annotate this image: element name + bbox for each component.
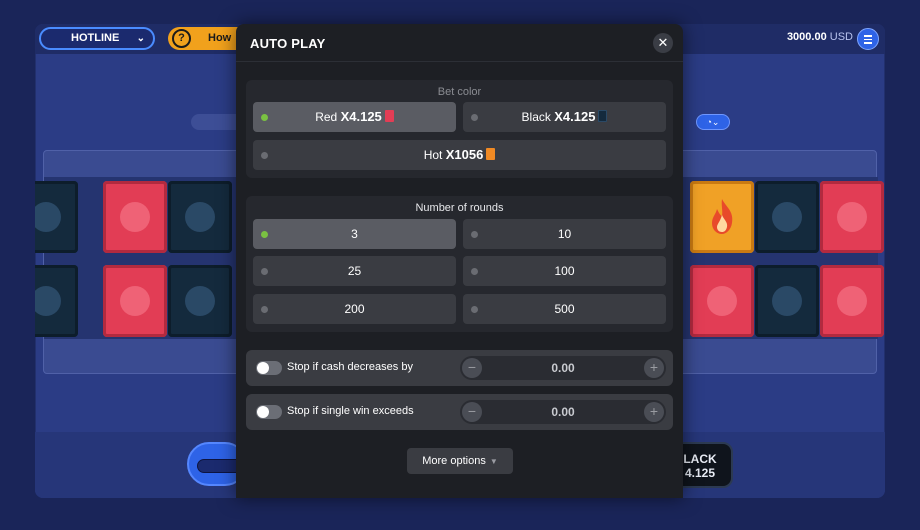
tile-dot: [772, 202, 802, 232]
auto-play-modal: AUTO PLAY ✕ Bet color Red X4.125 Black X…: [236, 24, 683, 498]
selected-indicator: [261, 152, 268, 159]
red-tile: [820, 181, 884, 253]
rounds-option-500[interactable]: 500: [463, 294, 666, 324]
close-button[interactable]: ✕: [653, 33, 673, 53]
increment-button[interactable]: +: [644, 402, 664, 422]
selected-indicator: [261, 114, 268, 121]
selected-indicator: [261, 268, 268, 275]
selected-indicator: [261, 231, 268, 238]
rounds-option-10[interactable]: 10: [463, 219, 666, 249]
more-options-button[interactable]: More options ▼: [407, 448, 513, 474]
black-tile: [755, 265, 819, 337]
rounds-option-100[interactable]: 100: [463, 256, 666, 286]
toggle-knob: [257, 406, 269, 418]
selected-indicator: [471, 268, 478, 275]
tile-dot: [35, 202, 61, 232]
option-label: Hot: [423, 148, 443, 162]
rounds-option-200[interactable]: 200: [253, 294, 456, 324]
bet-color-title: Bet color: [437, 86, 482, 98]
option-label: 200: [344, 302, 365, 316]
red-tile: [103, 265, 167, 337]
bet-color-red[interactable]: Red X4.125: [253, 102, 456, 132]
stop-single-win-row: Stop if single win exceeds 0.00 − +: [246, 394, 673, 430]
question-icon: ?: [172, 29, 191, 48]
red-tile: [690, 265, 754, 337]
stop-single-win-toggle[interactable]: [256, 405, 282, 419]
game-name: HOTLINE: [71, 32, 120, 44]
modal-header: AUTO PLAY ✕: [236, 24, 683, 62]
more-options-label: More options: [422, 455, 486, 467]
history-toggle-button[interactable]: ◔⌄: [696, 114, 730, 130]
decrement-button[interactable]: −: [462, 402, 482, 422]
modal-title: AUTO PLAY: [250, 36, 326, 51]
menu-button[interactable]: [857, 28, 879, 50]
game-select-dropdown[interactable]: HOTLINE ⌄: [39, 27, 155, 50]
hot-swatch: [486, 148, 496, 160]
option-label: 3: [351, 227, 358, 241]
balance-value: 3000.00: [786, 31, 827, 43]
tile-dot: [837, 202, 867, 232]
menu-icon: [864, 35, 872, 37]
tile-dot: [772, 286, 802, 316]
tile-dot: [837, 286, 867, 316]
bet-color-panel: Bet color Red X4.125 Black X4.125 Hot X1…: [246, 80, 673, 178]
stop-single-win-value[interactable]: 0.00: [460, 400, 666, 424]
increment-button[interactable]: +: [644, 358, 664, 378]
tile-dot: [120, 202, 150, 232]
black-tile: [755, 181, 819, 253]
chevron-down-icon: ⌄: [136, 33, 145, 44]
option-label: 10: [557, 227, 572, 241]
stop-single-win-stepper: 0.00 − +: [460, 400, 666, 424]
selected-indicator: [471, 231, 478, 238]
bet-color-black[interactable]: Black X4.125: [463, 102, 666, 132]
stop-cash-decrease-row: Stop if cash decreases by 0.00 − +: [246, 350, 673, 386]
caret-down-icon: ▼: [489, 457, 498, 466]
rounds-title: Number of rounds: [415, 202, 504, 214]
how-to-label: How: [208, 32, 232, 44]
option-label: 500: [554, 302, 575, 316]
rounds-panel: Number of rounds 3 10 25 100 200 500: [246, 196, 673, 332]
black-tile: [35, 265, 78, 337]
stop-cash-decrease-label: Stop if cash decreases by: [287, 361, 413, 373]
menu-icon-line: [864, 42, 872, 44]
red-tile: [103, 181, 167, 253]
balance-currency: USD: [829, 31, 853, 43]
selected-indicator: [471, 306, 478, 313]
tile-dot: [185, 286, 215, 316]
stop-cash-decrease-stepper: 0.00 − +: [460, 356, 666, 380]
option-label: Black: [521, 110, 551, 124]
option-label: 100: [554, 264, 575, 278]
red-swatch: [384, 110, 394, 122]
tile-dot: [120, 286, 150, 316]
option-multiplier: X4.125: [554, 109, 596, 124]
decrement-button[interactable]: −: [462, 358, 482, 378]
hot-tile: [690, 181, 754, 253]
tile-dot: [185, 202, 215, 232]
flame-icon: [712, 199, 733, 234]
menu-icon-line: [864, 38, 872, 40]
bet-color-hot[interactable]: Hot X1056: [253, 140, 666, 170]
black-swatch: [598, 110, 608, 122]
selected-indicator: [471, 114, 478, 121]
option-multiplier: X1056: [445, 147, 484, 162]
stop-cash-decrease-value[interactable]: 0.00: [460, 356, 666, 380]
balance: 3000.00 USD: [787, 31, 853, 43]
black-tile: [168, 181, 232, 253]
rounds-option-25[interactable]: 25: [253, 256, 456, 286]
black-tile: [168, 265, 232, 337]
stop-single-win-label: Stop if single win exceeds: [287, 405, 414, 417]
rounds-option-3[interactable]: 3: [253, 219, 456, 249]
option-multiplier: X4.125: [340, 109, 382, 124]
tile-dot: [35, 286, 61, 316]
toggle-knob: [257, 362, 269, 374]
close-icon: ✕: [657, 35, 669, 50]
red-tile: [820, 265, 884, 337]
stop-cash-decrease-toggle[interactable]: [256, 361, 282, 375]
selected-indicator: [261, 306, 268, 313]
black-tile: [35, 181, 78, 253]
option-label: Red: [315, 110, 338, 124]
tile-dot: [707, 286, 737, 316]
option-label: 25: [347, 264, 362, 278]
